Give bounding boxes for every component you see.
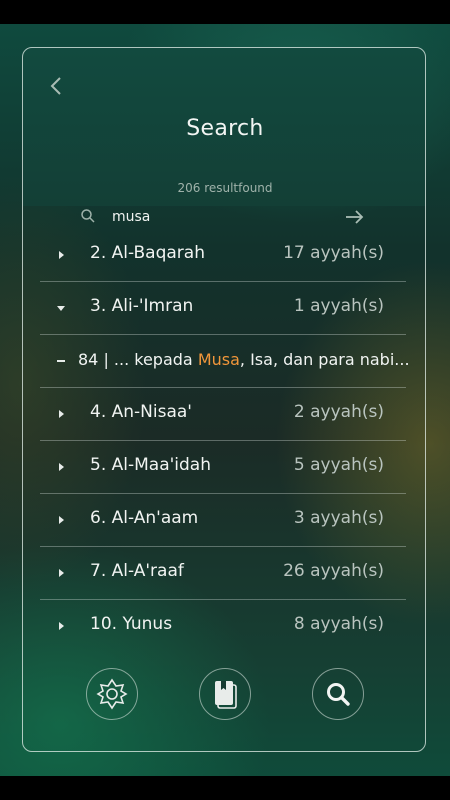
surah-name: 6. Al-An'aam	[90, 508, 199, 528]
bottom-nav	[0, 668, 450, 722]
ayah-count: 3 ayyah(s)	[293, 508, 384, 528]
expand-arrow-icon	[59, 569, 64, 577]
ayah-count: 1 ayyah(s)	[293, 296, 384, 316]
bookmarks-button[interactable]	[199, 668, 251, 720]
expand-arrow-icon	[59, 622, 64, 630]
settings-button[interactable]	[86, 668, 138, 720]
search-icon	[81, 209, 95, 223]
ayah-count: 2 ayyah(s)	[293, 402, 384, 422]
surah-name: 10. Yunus	[90, 614, 173, 634]
expand-arrow-icon	[59, 463, 64, 471]
search-input[interactable]	[112, 206, 342, 228]
chevron-left-icon	[50, 77, 61, 95]
surah-name: 7. Al-A'raaf	[90, 561, 184, 581]
verse-highlight: Musa	[197, 350, 240, 369]
list-item[interactable]: 2. Al-Baqarah 17 ayyah(s)	[40, 229, 406, 282]
navigation-bar	[0, 776, 450, 800]
list-item[interactable]: 10. Yunus 8 ayyah(s)	[40, 600, 406, 652]
expand-arrow-icon	[59, 410, 64, 418]
list-item[interactable]: 6. Al-An'aam 3 ayyah(s)	[40, 494, 406, 547]
collapse-arrow-icon	[57, 306, 65, 311]
surah-name: 4. An-Nisaa'	[90, 402, 192, 422]
results-count: 206 resultfound	[177, 181, 273, 195]
ayah-count: 26 ayyah(s)	[283, 561, 384, 581]
ayah-count: 17 ayyah(s)	[283, 243, 384, 263]
surah-name: 3. Ali-'Imran	[90, 296, 194, 316]
status-bar	[0, 0, 450, 24]
arrow-right-icon[interactable]	[342, 208, 368, 226]
verse-prefix: 84 | ... kepada	[78, 350, 198, 369]
ayah-count: 5 ayyah(s)	[293, 455, 384, 475]
list-item[interactable]: 3. Ali-'Imran 1 ayyah(s)	[40, 282, 406, 335]
book-icon	[215, 681, 237, 709]
verse-text: 84 | ... kepada Musa, Isa, dan para nabi…	[78, 350, 408, 369]
dash-icon	[57, 360, 65, 362]
verse-suffix: , Isa, dan para nabi...	[239, 350, 408, 369]
surah-name: 2. Al-Baqarah	[90, 243, 205, 263]
page-title: Search	[186, 116, 264, 141]
expand-arrow-icon	[59, 251, 64, 259]
list-item[interactable]: 7. Al-A'raaf 26 ayyah(s)	[40, 547, 406, 600]
search-icon	[327, 683, 350, 706]
search-nav-button[interactable]	[312, 668, 364, 720]
list-item[interactable]: 4. An-Nisaa' 2 ayyah(s)	[40, 388, 406, 441]
list-item[interactable]: 5. Al-Maa'idah 5 ayyah(s)	[40, 441, 406, 494]
surah-name: 5. Al-Maa'idah	[90, 455, 211, 475]
ayah-count: 8 ayyah(s)	[293, 614, 384, 634]
expand-arrow-icon	[59, 516, 64, 524]
verse-result[interactable]: 84 | ... kepada Musa, Isa, dan para nabi…	[40, 335, 408, 388]
back-button[interactable]	[44, 72, 68, 100]
results-list: 2. Al-Baqarah 17 ayyah(s) 3. Ali-'Imran …	[40, 229, 408, 652]
settings-star-icon	[96, 678, 128, 710]
search-bar	[22, 202, 428, 232]
